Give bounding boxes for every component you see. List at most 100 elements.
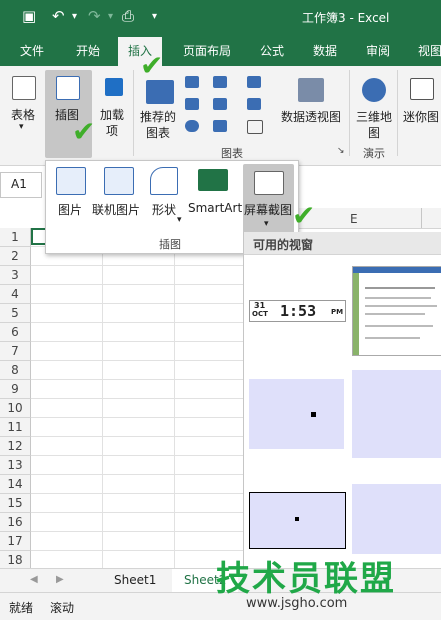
doc-thumb-line — [365, 287, 435, 289]
clock-date-bottom: OCT — [252, 310, 268, 318]
save-icon[interactable]: ▣ — [22, 7, 36, 25]
shapes-icon — [150, 167, 178, 195]
window-thumbnail-blank[interactable] — [249, 492, 346, 549]
gallery-header-label: 可用的视窗 — [253, 238, 314, 252]
table-icon — [12, 76, 36, 100]
clock-date-top: 31 — [254, 301, 266, 310]
combo-chart-icon[interactable] — [247, 98, 261, 110]
tab-file[interactable]: 文件 — [20, 42, 44, 59]
row-header[interactable]: 17 — [0, 532, 31, 551]
smartart-button[interactable]: SmartArt — [188, 201, 242, 215]
row-header[interactable]: 8 — [0, 361, 31, 380]
gridline — [174, 208, 175, 568]
window-thumbnail-blank[interactable] — [352, 370, 441, 458]
row-header[interactable]: 3 — [0, 266, 31, 285]
divider — [349, 70, 350, 156]
gridline — [31, 493, 243, 494]
gridline — [31, 360, 243, 361]
qat-more-icon[interactable]: ▾ — [152, 11, 157, 22]
gridline — [31, 474, 243, 475]
hierarchy-chart-icon[interactable] — [213, 76, 227, 88]
shapes-button[interactable]: 形状 — [152, 201, 176, 218]
sheet-scroll-left-icon[interactable]: ◀ — [30, 574, 38, 585]
tab-home[interactable]: 开始 — [76, 42, 100, 59]
bar-chart-icon[interactable] — [213, 120, 227, 132]
row-header[interactable]: 10 — [0, 399, 31, 418]
addins-icon — [105, 78, 123, 96]
map3d-label-1[interactable]: 三维地 — [356, 108, 392, 125]
row-header[interactable]: 16 — [0, 513, 31, 532]
divider — [397, 70, 398, 156]
scatter-chart-icon[interactable] — [247, 120, 263, 134]
gridline — [31, 379, 243, 380]
tab-data[interactable]: 数据 — [313, 42, 337, 59]
tab-formulas[interactable]: 公式 — [260, 42, 284, 59]
status-ready: 就绪 — [9, 601, 34, 615]
doc-thumb-line — [365, 297, 431, 299]
row-header[interactable]: 6 — [0, 323, 31, 342]
map3d-label-2[interactable]: 图 — [368, 124, 380, 141]
check-mark-icon: ✔ — [140, 49, 164, 82]
row-header[interactable]: 15 — [0, 494, 31, 513]
window-title: 工作簿3 - Excel — [302, 11, 390, 25]
redo-icon[interactable]: ↷ — [88, 7, 101, 25]
tab-view[interactable]: 视图 — [418, 42, 441, 59]
screenshot-icon — [254, 171, 284, 195]
ribbon-tabs: 文件 开始 插入 页面布局 公式 数据 审阅 视图 — [0, 34, 441, 66]
globe-icon — [362, 78, 386, 102]
row-header[interactable]: 11 — [0, 418, 31, 437]
row-header[interactable]: 18 — [0, 551, 31, 569]
pie-chart-icon[interactable] — [185, 120, 199, 132]
gridline — [31, 322, 243, 323]
gridline — [31, 531, 243, 532]
online-picture-button[interactable]: 联机图片 — [92, 201, 140, 218]
redo-dropdown-icon[interactable]: ▾ — [108, 11, 113, 22]
pivotchart-icon — [298, 78, 324, 102]
table-button[interactable]: 表格 — [11, 106, 35, 123]
row-header[interactable]: 13 — [0, 456, 31, 475]
doc-thumb-line — [365, 325, 433, 327]
row-header[interactable]: 4 — [0, 285, 31, 304]
picture-button[interactable]: 图片 — [58, 201, 82, 218]
gridline — [31, 341, 243, 342]
addins-label-1[interactable]: 加载 — [100, 106, 124, 123]
line-chart-icon[interactable] — [185, 98, 199, 110]
tab-page-layout[interactable]: 页面布局 — [183, 42, 231, 59]
row-header[interactable]: 7 — [0, 342, 31, 361]
statistic-chart-icon[interactable] — [213, 98, 227, 110]
illustrations-icon — [56, 76, 80, 100]
waterfall-chart-icon[interactable] — [247, 76, 261, 88]
recommended-charts-label-1[interactable]: 推荐的 — [140, 108, 176, 125]
sheet-scroll-right-icon[interactable]: ▶ — [56, 574, 64, 585]
undo-dropdown-icon[interactable]: ▾ — [72, 11, 77, 22]
name-box[interactable]: A1 — [0, 172, 42, 198]
row-header[interactable]: 5 — [0, 304, 31, 323]
window-thumbnail-blank[interactable] — [352, 484, 441, 554]
shapes-dropdown-icon[interactable]: ▾ — [177, 215, 182, 225]
pivotchart-button[interactable]: 数据透视图 — [281, 108, 341, 125]
column-header-e[interactable]: E — [350, 212, 358, 226]
table-dropdown-icon[interactable]: ▾ — [19, 122, 24, 132]
charts-dialog-launcher-icon[interactable]: ↘ — [337, 146, 345, 156]
addins-label-2[interactable]: 项 — [106, 122, 118, 139]
column-chart-icon[interactable] — [185, 76, 199, 88]
screenshot-dropdown-icon[interactable]: ▾ — [264, 219, 269, 229]
window-thumbnail-clock[interactable]: 31 OCT 1:53 PM — [249, 300, 346, 322]
print-preview-icon[interactable]: ⎙ — [122, 7, 134, 25]
undo-icon[interactable]: ↶ — [52, 7, 65, 25]
row-header[interactable]: 12 — [0, 437, 31, 456]
clock-ampm: PM — [331, 308, 344, 316]
sparkline-button[interactable]: 迷你图 — [403, 108, 439, 125]
recommended-charts-label-2[interactable]: 图表 — [146, 124, 170, 141]
window-thumbnail-blank[interactable] — [249, 379, 344, 449]
window-thumb-dot — [311, 412, 316, 417]
row-header[interactable]: 2 — [0, 247, 31, 266]
window-thumbnail-document[interactable] — [352, 266, 441, 356]
sheet-tab-1[interactable]: Sheet1 — [114, 573, 156, 587]
worksheet-grid[interactable]: 1 2 3 4 5 6 7 8 9 10 11 12 13 14 15 16 1… — [0, 208, 243, 569]
row-header[interactable]: 14 — [0, 475, 31, 494]
column-divider — [421, 208, 422, 228]
tab-review[interactable]: 审阅 — [366, 42, 390, 59]
row-header[interactable]: 9 — [0, 380, 31, 399]
row-header[interactable]: 1 — [0, 228, 31, 247]
